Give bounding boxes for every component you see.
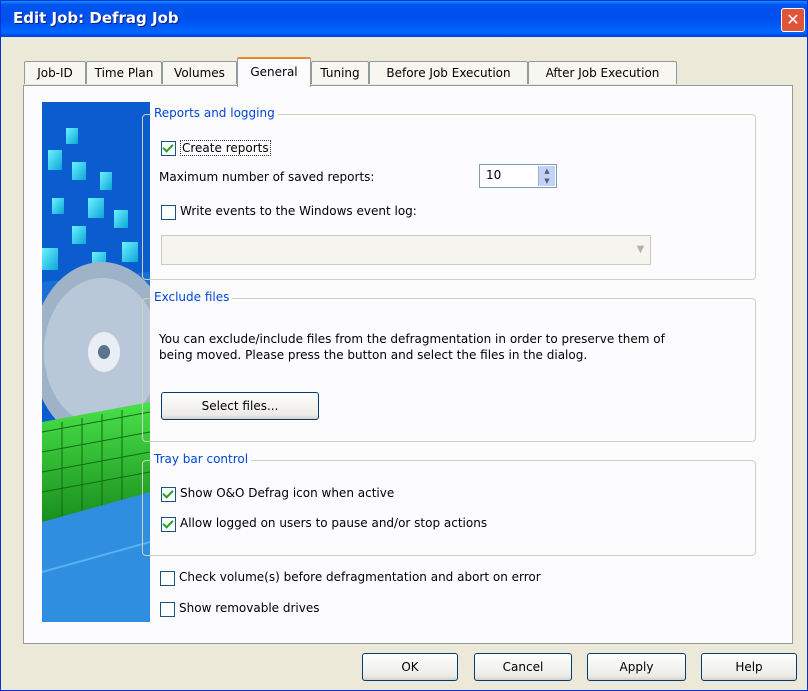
show-icon-checkbox[interactable] — [161, 487, 176, 502]
cancel-button[interactable]: Cancel — [474, 653, 572, 681]
group-reports-and-logging: Reports and logging Create reports Maxim… — [142, 106, 756, 280]
group-tray-bar-control: Tray bar control Show O&O Defrag icon wh… — [142, 452, 756, 556]
group-title-reports: Reports and logging — [151, 106, 278, 120]
help-button[interactable]: Help — [701, 653, 797, 681]
close-button[interactable]: ✕ — [781, 8, 805, 32]
chevron-down-icon[interactable]: ▼ — [632, 237, 649, 263]
select-files-button[interactable]: Select files... — [161, 392, 319, 420]
write-events-checkbox[interactable] — [161, 205, 176, 220]
max-saved-reports-value: 10 — [486, 168, 502, 182]
check-volumes-label[interactable]: Check volume(s) before defragmentation a… — [179, 570, 541, 584]
create-reports-label[interactable]: Create reports — [180, 140, 271, 156]
group-title-exclude: Exclude files — [151, 290, 233, 304]
allow-users-label[interactable]: Allow logged on users to pause and/or st… — [180, 516, 487, 530]
tab-volumes[interactable]: Volumes — [162, 61, 237, 84]
spin-up-icon[interactable]: ▲ — [539, 166, 555, 176]
exclude-description-line-2: being moved. Please press the button and… — [159, 348, 588, 362]
tab-time-plan[interactable]: Time Plan — [86, 61, 162, 84]
tab-tuning[interactable]: Tuning — [311, 61, 369, 84]
title-bar[interactable]: Edit Job: Defrag Job ✕ — [1, 1, 807, 37]
max-saved-reports-label: Maximum number of saved reports: — [159, 170, 375, 184]
event-log-select[interactable]: ▼ — [161, 235, 651, 265]
tab-general[interactable]: General — [237, 57, 311, 87]
spin-down-icon[interactable]: ▼ — [539, 176, 555, 186]
dialog-window: Edit Job: Defrag Job ✕ Job-ID Time Plan … — [0, 0, 808, 691]
apply-button[interactable]: Apply — [587, 653, 686, 681]
tab-panel-general: Reports and logging Create reports Maxim… — [23, 85, 793, 644]
max-saved-reports-spinner[interactable]: 10 ▲ ▼ — [479, 164, 557, 188]
group-title-tray: Tray bar control — [151, 452, 252, 466]
close-icon: ✕ — [786, 10, 800, 29]
write-events-label[interactable]: Write events to the Windows event log: — [180, 204, 417, 218]
show-removable-checkbox[interactable] — [160, 602, 175, 617]
show-removable-label[interactable]: Show removable drives — [179, 601, 320, 615]
window-title: Edit Job: Defrag Job — [13, 9, 179, 27]
group-exclude-files: Exclude files You can exclude/include fi… — [142, 290, 756, 442]
tab-before-job-execution[interactable]: Before Job Execution — [369, 61, 528, 84]
tab-job-id[interactable]: Job-ID — [24, 61, 86, 84]
allow-users-checkbox[interactable] — [161, 517, 176, 532]
show-icon-label[interactable]: Show O&O Defrag icon when active — [180, 486, 394, 500]
tab-after-job-execution[interactable]: After Job Execution — [528, 61, 677, 84]
exclude-description-line-1: You can exclude/include files from the d… — [159, 332, 665, 346]
cubes-disc-illustration — [42, 102, 150, 622]
ok-button[interactable]: OK — [362, 653, 458, 681]
spinner-buttons[interactable]: ▲ ▼ — [538, 166, 555, 186]
decorative-side-image — [42, 102, 150, 622]
check-volumes-checkbox[interactable] — [160, 571, 175, 586]
create-reports-checkbox[interactable] — [161, 141, 176, 156]
